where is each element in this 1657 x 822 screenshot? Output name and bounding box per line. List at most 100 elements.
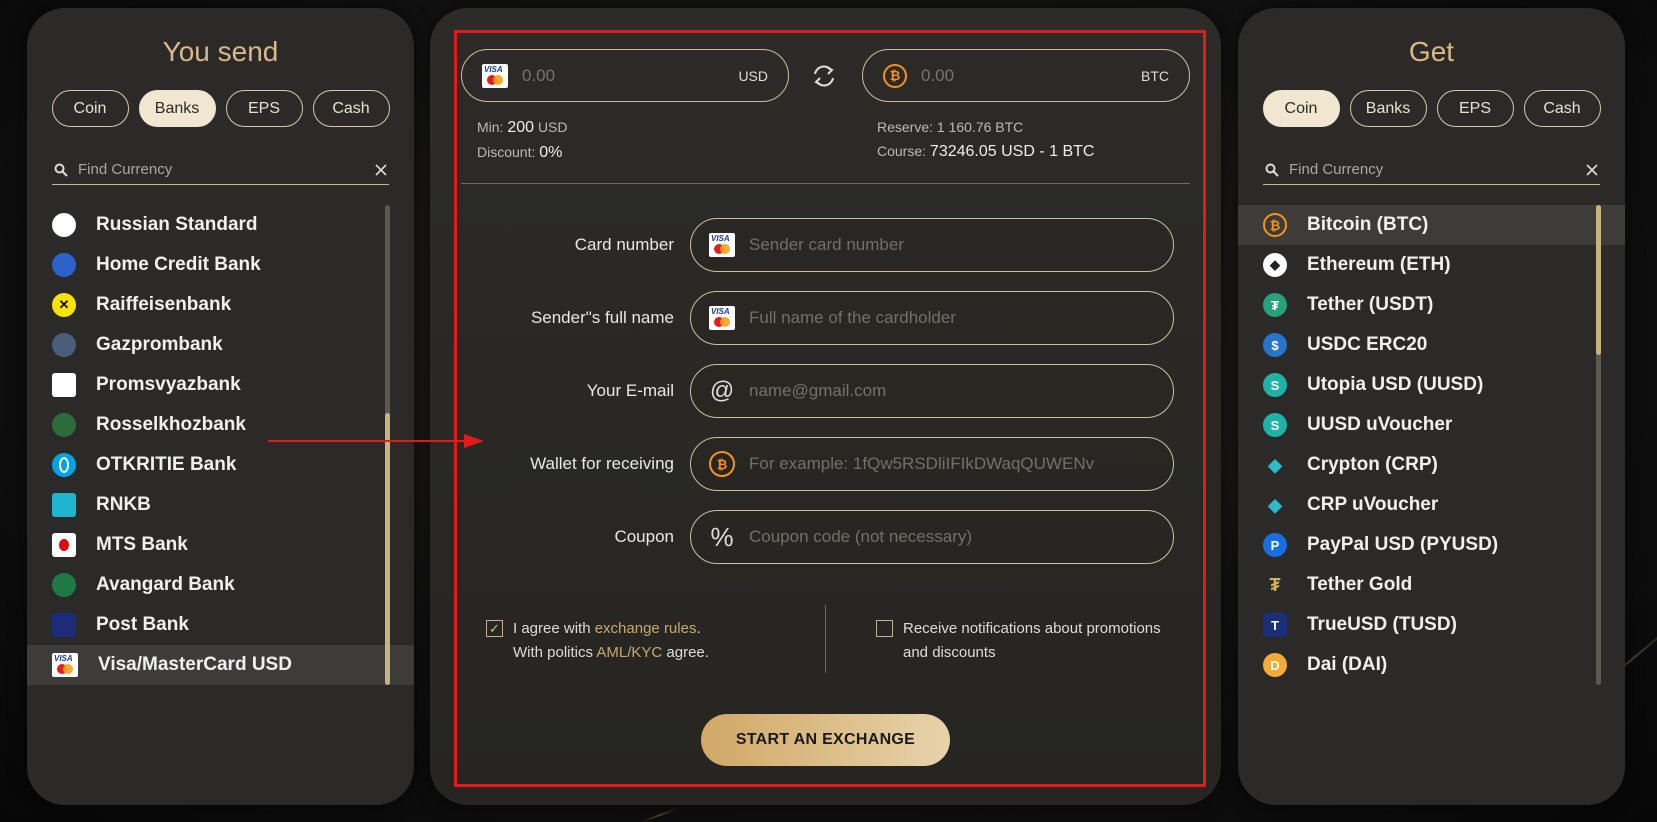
aml-kyc-link[interactable]: AML/KYC [596, 644, 662, 661]
form-field-input[interactable] [749, 308, 1155, 328]
get-currency-label: TrueUSD (TUSD) [1307, 614, 1457, 635]
send-search-bar [52, 155, 389, 185]
uusd-voucher-icon: S [1263, 413, 1287, 437]
send-currency-item[interactable]: Gazprombank [27, 325, 414, 365]
get-panel: Get Coin Banks EPS Cash ₿ Bitcoin (BTC) ◆ E… [1238, 8, 1625, 805]
mts-bank-icon [52, 533, 76, 557]
send-currency-item[interactable]: Post Bank [27, 605, 414, 645]
agree-checkbox[interactable]: ✓ [486, 620, 503, 637]
get-list-scrollbar[interactable] [1596, 205, 1601, 685]
notify-checkbox[interactable] [876, 620, 893, 637]
get-currency-item[interactable]: S Utopia USD (UUSD) [1238, 365, 1625, 405]
swap-icon[interactable] [810, 62, 838, 90]
usdc-icon: $ [1263, 333, 1287, 357]
arrow-annotation [268, 434, 484, 448]
form-field-input[interactable] [749, 235, 1155, 255]
get-list-scroll-thumb[interactable] [1596, 205, 1601, 355]
send-currency-label: Rosselkhozbank [96, 414, 246, 435]
get-filter-coin[interactable]: Coin [1262, 90, 1340, 127]
send-currency-item[interactable]: RNKB [27, 485, 414, 525]
send-amount-field: VISA USD [461, 49, 789, 102]
get-currency-list: ₿ Bitcoin (BTC) ◆ Ethereum (ETH) ₮ Tether (US… [1238, 205, 1625, 685]
get-currency-item[interactable]: ₿ Bitcoin (BTC) [1238, 205, 1625, 245]
notify-text: Receive notifications about promotions [903, 620, 1161, 637]
send-currency-code: USD [738, 67, 768, 84]
get-currency-code: BTC [1141, 67, 1169, 84]
get-amount-field: ₿ BTC [862, 49, 1190, 102]
send-currency-item[interactable]: MTS Bank [27, 525, 414, 565]
send-currency-label: Home Credit Bank [96, 254, 261, 275]
section-divider [461, 183, 1190, 184]
send-currency-item[interactable]: VISA Visa/MasterCard USD [27, 645, 414, 685]
get-currency-label: USDC ERC20 [1307, 334, 1428, 355]
get-currency-item[interactable]: $ USDC ERC20 [1238, 325, 1625, 365]
send-currency-item[interactable]: Home Credit Bank [27, 245, 414, 285]
send-currency-label: Russian Standard [96, 214, 258, 235]
checkbox-separator [825, 605, 826, 673]
send-search-input[interactable] [78, 161, 365, 178]
send-currency-label: Visa/MasterCard USD [98, 654, 292, 675]
form-row: Coupon% [470, 510, 1190, 564]
get-currency-label: Ethereum (ETH) [1307, 254, 1451, 275]
close-icon[interactable] [1586, 163, 1598, 176]
agree-prefix: I agree with [513, 620, 591, 637]
get-amount-input[interactable] [921, 65, 1127, 86]
raiffeisen-icon: ✕ [52, 293, 76, 317]
send-currency-item[interactable]: Promsvyazbank [27, 365, 414, 405]
send-currency-label: RNKB [96, 494, 151, 515]
send-filter-cash[interactable]: Cash [312, 90, 390, 127]
get-currency-item[interactable]: D Dai (DAI) [1238, 645, 1625, 685]
get-currency-label: CRP uVoucher [1307, 494, 1439, 515]
get-currency-item[interactable]: P PayPal USD (PYUSD) [1238, 525, 1625, 565]
search-icon [54, 163, 68, 177]
crp-voucher-icon: ◆ [1268, 494, 1282, 515]
get-currency-item[interactable]: ₮ Tether Gold [1238, 565, 1625, 605]
notify-text-2: and discounts [903, 644, 996, 661]
form-field-label: Wallet for receiving [530, 454, 674, 473]
get-currency-item[interactable]: S UUSD uVoucher [1238, 405, 1625, 445]
send-currency-label: Post Bank [96, 614, 189, 635]
get-filter-eps[interactable]: EPS [1436, 90, 1514, 127]
russian-standard-icon [52, 213, 76, 237]
get-currency-label: Tether Gold [1307, 574, 1413, 595]
send-filter-eps[interactable]: EPS [225, 90, 303, 127]
exchange-rules-link[interactable]: exchange rules [595, 620, 697, 637]
send-currency-label: MTS Bank [96, 534, 188, 555]
agree-suffix: . [696, 620, 701, 637]
send-currency-item[interactable]: ✕ Raiffeisenbank [27, 285, 414, 325]
get-currency-item[interactable]: ◆ Crypton (CRP) [1238, 445, 1625, 485]
get-filter-tabs: Coin Banks EPS Cash [1238, 90, 1625, 127]
form-row: Sender"s full name VISA [470, 291, 1190, 345]
dai-icon: D [1263, 653, 1287, 677]
send-amount-input[interactable] [522, 65, 725, 86]
form-field-input[interactable] [749, 454, 1155, 474]
tether-icon: ₮ [1263, 293, 1287, 317]
close-icon[interactable] [375, 163, 387, 176]
send-filter-banks[interactable]: Banks [138, 90, 216, 127]
get-currency-label: Utopia USD (UUSD) [1307, 374, 1484, 395]
get-currency-item[interactable]: ₮ Tether (USDT) [1238, 285, 1625, 325]
send-filter-coin[interactable]: Coin [51, 90, 129, 127]
get-search-input[interactable] [1289, 161, 1576, 178]
send-currency-item[interactable]: Avangard Bank [27, 565, 414, 605]
send-panel: You send Coin Banks EPS Cash Russian Sta… [27, 8, 414, 805]
form-field-label: Coupon [614, 527, 674, 546]
send-list-scroll-thumb[interactable] [385, 413, 390, 685]
get-filter-banks[interactable]: Banks [1349, 90, 1427, 127]
form-row: Card number VISA [470, 218, 1190, 272]
form-field-label: Your E-mail [586, 381, 674, 400]
send-currency-item[interactable]: OTKRITIE Bank [27, 445, 414, 485]
form-field: % [690, 510, 1174, 564]
send-currency-item[interactable]: Russian Standard [27, 205, 414, 245]
get-filter-cash[interactable]: Cash [1523, 90, 1601, 127]
form-field-input[interactable] [749, 381, 1155, 401]
form-field: VISA [690, 291, 1174, 345]
trueusd-icon: T [1263, 613, 1287, 637]
get-currency-item[interactable]: ◆ CRP uVoucher [1238, 485, 1625, 525]
form-field-input[interactable] [749, 527, 1155, 547]
form-field: VISA [690, 218, 1174, 272]
get-currency-item[interactable]: T TrueUSD (TUSD) [1238, 605, 1625, 645]
start-exchange-button[interactable]: START AN EXCHANGE [701, 714, 950, 766]
get-currency-item[interactable]: ◆ Ethereum (ETH) [1238, 245, 1625, 285]
min-value: 200 [507, 119, 535, 136]
